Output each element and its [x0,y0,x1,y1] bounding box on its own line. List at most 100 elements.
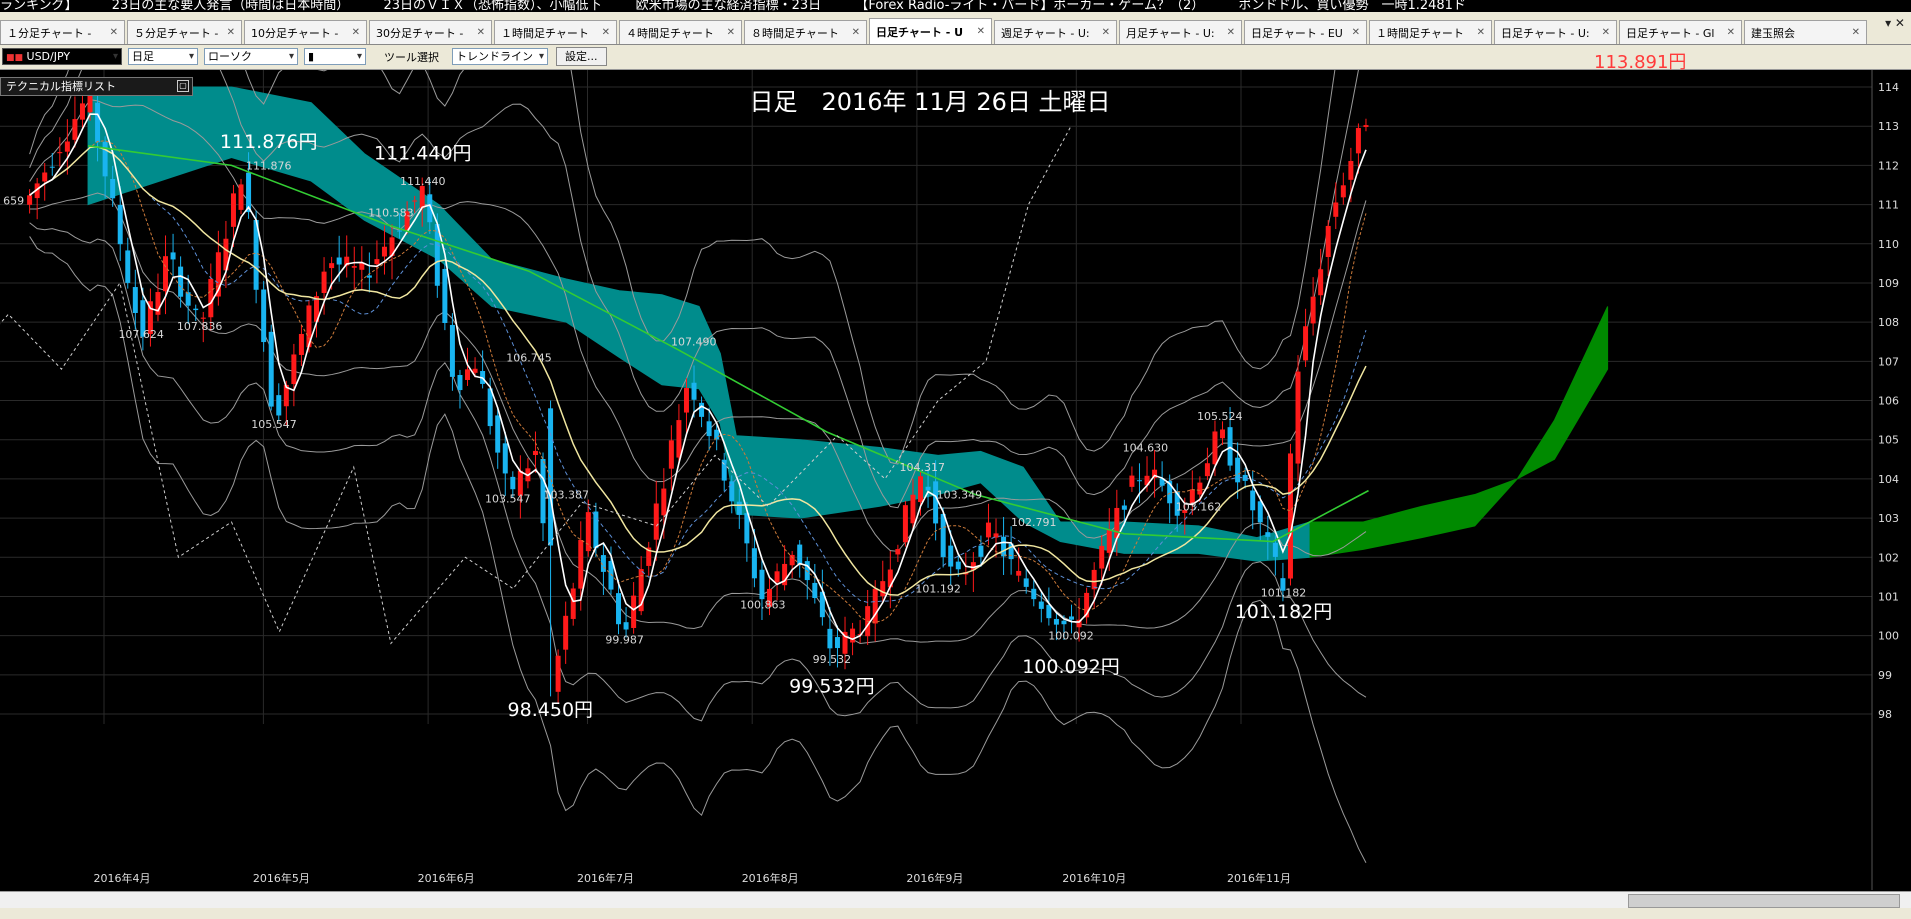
candle-body [1136,480,1142,482]
ticker-item[interactable]: 23日のＶＩＸ（恐怖指数）、小幅低下 [383,0,601,12]
candle-body [1363,125,1369,128]
chart-tab-label: 日足チャート - EU [1251,26,1343,40]
candle-body [374,259,380,265]
candle-body [170,252,176,260]
candle-body [1001,536,1007,557]
ticker-item[interactable]: 欧米市場の主な経済指標・23日 [636,0,822,12]
candle-body [412,200,418,202]
chart-tab[interactable]: 日足チャート - U ✕ [869,18,992,44]
candle-icon-select[interactable]: ▮ [304,48,366,65]
close-tab-icon[interactable]: ✕ [977,26,985,37]
candle-body [1340,185,1346,198]
close-tab-icon[interactable]: ✕ [1102,27,1110,38]
price-label-small: 103.547 [485,492,531,505]
chart-horizontal-scrollbar[interactable] [0,891,1911,909]
candle-body [978,545,984,557]
news-ticker[interactable]: ランキング】 23日の主な要人発言（時間は日本時間） 23日のＶＩＸ（恐怖指数）… [0,0,1911,12]
candle-body [502,443,508,474]
candle-body [510,476,516,490]
close-tab-icon[interactable]: ✕ [477,27,485,38]
y-tick-label: 110 [1878,238,1899,251]
candle-body [895,549,901,555]
close-tab-icon[interactable]: ✕ [352,27,360,38]
chart-tab[interactable]: 30分足チャート - ✕ [369,20,492,44]
price-label-small: 103.162 [1176,500,1222,513]
candle-body [699,402,705,417]
chart-tab[interactable]: 日足チャート - U: ✕ [1494,20,1617,44]
ticker-item[interactable]: 【Forex Radio-ライト・バード】ポーカー・ゲーム？（2） [855,0,1204,12]
candle-body [1303,326,1309,361]
chart-tab[interactable]: ５分足チャート - ✕ [127,20,242,44]
close-tab-icon[interactable]: ✕ [727,27,735,38]
close-tab-icon[interactable]: ✕ [602,27,610,38]
chart-tab-label: ５分足チャート - [134,26,219,40]
chart-tab[interactable]: 月足チャート - U: ✕ [1119,20,1242,44]
candle-body [178,266,184,297]
candle-body [1031,588,1037,600]
candle-body [1053,618,1059,625]
chart-tab[interactable]: 10分足チャート - ✕ [244,20,367,44]
y-tick-label: 105 [1878,434,1899,447]
chart-tab[interactable]: 日足チャート - EU ✕ [1244,20,1367,44]
close-tab-icon[interactable]: ✕ [1602,27,1610,38]
y-tick-label: 102 [1878,551,1899,564]
candle-body [1106,529,1112,553]
close-tab-icon[interactable]: ✕ [1227,27,1235,38]
settings-button[interactable]: 設定... [556,47,607,66]
ticker-item[interactable]: 23日の主な要人発言（時間は日本時間） [112,0,350,12]
candle-body [442,268,448,324]
close-tab-icon[interactable]: ✕ [227,27,235,38]
drawing-tool-value: トレンドライン [456,50,533,63]
x-tick-label: 2016年8月 [742,871,799,885]
price-label-large: 99.532円 [789,676,874,698]
chart-tab[interactable]: 日足チャート - Gl ✕ [1619,20,1742,44]
candle-body [465,369,471,380]
close-tab-icon[interactable]: ✕ [1352,27,1360,38]
close-tab-icon[interactable]: ✕ [1727,27,1735,38]
drawing-tool-select[interactable]: トレンドライン [452,48,548,65]
x-tick-label: 2016年7月 [577,871,634,885]
price-label-small: 100.863 [740,598,786,611]
candle-body [774,571,780,583]
candle-body [729,481,735,502]
candle-body [1257,501,1263,523]
candle-body [532,450,538,455]
candle-body [208,278,214,318]
candle-body [623,622,629,630]
technical-indicator-list[interactable]: テクニカル指標リスト ▢ [0,77,193,96]
close-tab-icon[interactable]: ✕ [110,27,118,38]
candle-body [910,494,916,524]
close-tab-icon[interactable]: ✕ [1477,27,1485,38]
price-label-small: 107.624 [118,328,164,341]
chart-style-select[interactable]: ローソク [204,48,298,65]
close-tab-icon[interactable]: ✕ [852,27,860,38]
chart-tab[interactable]: １分足チャート - ✕ [0,20,125,44]
chart-tab[interactable]: 週足チャート - U: ✕ [994,20,1117,44]
chart-tab-label: 30分足チャート - [376,26,464,40]
candle-body [1295,371,1301,464]
panel-restore-icon[interactable]: ▢ [177,80,189,92]
chart-tab[interactable]: ８時間足チャート ✕ [744,20,867,44]
price-chart[interactable]: 659 111.876 110.583 111.440 107.624 107.836 10… [0,70,1911,890]
candle-icon: ▮ [308,50,315,63]
tab-menu-icon[interactable]: ▾ ✕ [1885,16,1905,30]
chart-tab-label: １時間足チャート [1376,26,1464,40]
candle-body [1235,457,1241,483]
scrollbar-thumb[interactable] [1628,894,1900,908]
currency-pair-select[interactable]: ■■ USD/JPY [2,48,122,65]
chart-tab[interactable]: 建玉照会 ✕ [1744,20,1867,44]
ticker-item[interactable]: ランキング】 [0,0,78,12]
candle-body [608,561,614,590]
candle-body [200,317,206,319]
candle-body [57,152,63,154]
candle-body [578,540,584,589]
chart-tab[interactable]: ４時間足チャート ✕ [619,20,742,44]
candle-body [1250,490,1256,511]
chart-tab[interactable]: １時間足チャート ✕ [494,20,617,44]
candle-body [955,561,961,570]
close-tab-icon[interactable]: ✕ [1852,27,1860,38]
ticker-item[interactable]: ポンドドル、買い優勢 一時1.2481ド [1238,0,1466,12]
period-select[interactable]: 日足 [128,48,198,65]
chart-tab[interactable]: １時間足チャート ✕ [1369,20,1492,44]
x-tick-label: 2016年6月 [418,871,475,885]
